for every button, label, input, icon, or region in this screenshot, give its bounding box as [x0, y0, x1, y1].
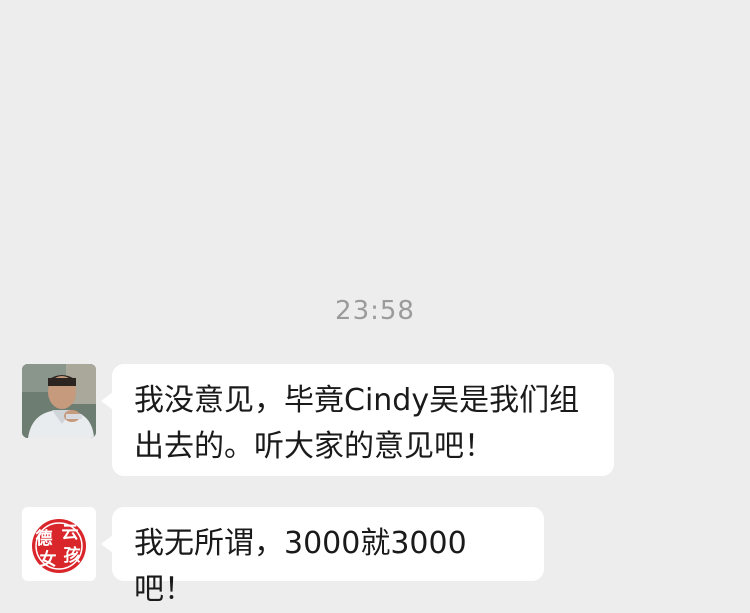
message-bubble[interactable]: 我没意见，毕竟Cindy吴是我们组出去的。听大家的意见吧！	[101, 364, 614, 476]
deyun-girl-logo-icon: 德 云 女 孩	[22, 507, 96, 581]
logo-char-2: 云	[62, 523, 79, 543]
message-bubble[interactable]: 我无所谓，3000就3000吧！	[101, 507, 544, 607]
logo-char-4: 孩	[64, 545, 81, 566]
message-text: 我无所谓，3000就3000吧！	[134, 526, 467, 607]
logo-char-3: 女	[40, 549, 57, 570]
avatar[interactable]: 德 云 女 孩	[22, 507, 96, 581]
logo-char-1: 德	[36, 528, 53, 549]
man-photo-avatar-icon	[22, 364, 96, 438]
message-text: 我没意见，毕竟Cindy吴是我们组出去的。听大家的意见吧！	[134, 383, 580, 464]
chat-timestamp: 23:58	[335, 296, 415, 326]
chat-view: 23:58 我没意见，毕竟Cindy吴是我们组出去的。听大家的意见吧！ 德 云 …	[0, 0, 750, 607]
avatar[interactable]	[22, 364, 96, 438]
